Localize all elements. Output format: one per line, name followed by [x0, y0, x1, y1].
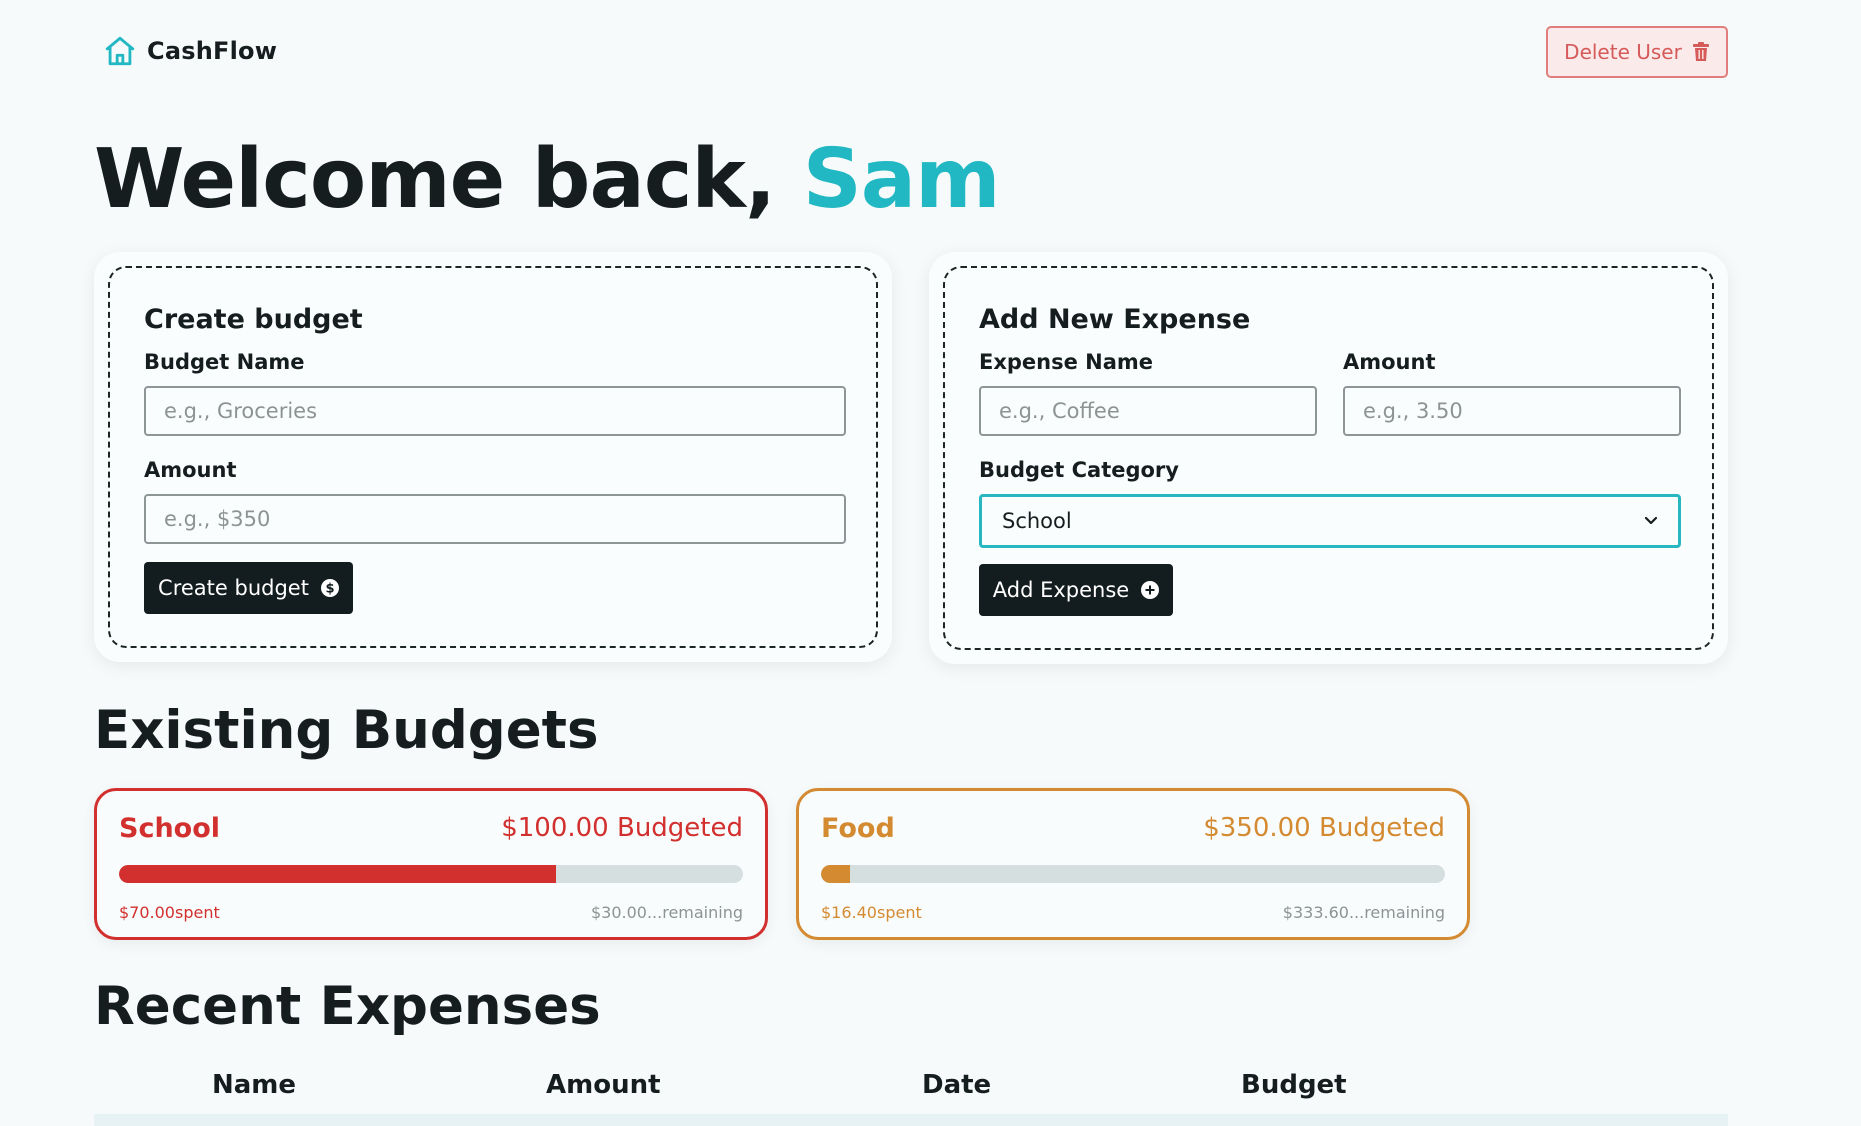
welcome-prefix: Welcome back, [94, 132, 776, 227]
chevron-down-icon [1644, 516, 1658, 525]
budget-name: Food [821, 813, 895, 844]
delete-user-button[interactable]: Delete User [1546, 26, 1728, 78]
budget-category-value: School [1002, 509, 1072, 533]
trash-icon [1692, 42, 1709, 61]
budget-category-label: Budget Category [979, 458, 1179, 482]
existing-budgets-title: Existing Budgets [94, 700, 599, 761]
budget-remaining: $30.00...remaining [590, 903, 743, 922]
budget-card-food[interactable]: Food $350.00 Budgeted $16.40spent $333.6… [796, 788, 1470, 940]
column-header-amount: Amount [546, 1070, 661, 1100]
create-budget-button[interactable]: Create budget $ [144, 562, 353, 614]
add-expense-form: Add New Expense Expense Name Amount Budg… [943, 266, 1714, 650]
add-expense-title: Add New Expense [979, 304, 1251, 335]
create-budget-title: Create budget [144, 304, 363, 335]
budget-amount: $350.00 Budgeted [1203, 813, 1445, 843]
budget-amount: $100.00 Budgeted [501, 813, 743, 843]
column-header-budget: Budget [1241, 1070, 1347, 1100]
add-expense-card: Add New Expense Expense Name Amount Budg… [929, 252, 1728, 664]
expense-amount-input[interactable] [1343, 386, 1681, 436]
home-icon [105, 36, 135, 66]
delete-user-label: Delete User [1564, 40, 1682, 64]
plus-circle-icon [1141, 581, 1160, 599]
brand-logo[interactable]: CashFlow [103, 34, 277, 68]
expense-amount-label: Amount [1343, 350, 1436, 374]
budget-category-select[interactable]: School [979, 494, 1681, 548]
svg-text:$: $ [325, 582, 334, 597]
dollar-circle-icon: $ [320, 579, 339, 597]
budget-remaining: $333.60...remaining [1282, 903, 1445, 922]
budget-name: School [119, 813, 221, 844]
brand-name: CashFlow [147, 37, 278, 65]
budget-progress-track [821, 865, 1445, 883]
user-name: Sam [802, 132, 1001, 227]
column-header-name: Name [212, 1070, 297, 1100]
expense-name-input[interactable] [979, 386, 1317, 436]
table-row [94, 1114, 1728, 1126]
create-budget-card: Create budget Budget Name Amount Create … [94, 252, 892, 662]
add-expense-button[interactable]: Add Expense [979, 564, 1173, 616]
add-expense-button-label: Add Expense [992, 578, 1130, 602]
budget-progress-fill [821, 865, 851, 883]
column-header-date: Date [922, 1070, 992, 1100]
create-budget-button-label: Create budget [158, 576, 309, 600]
budget-progress-fill [119, 865, 556, 883]
budget-progress-track [119, 865, 743, 883]
budget-spent: $70.00spent [119, 903, 220, 922]
budget-name-label: Budget Name [144, 350, 305, 374]
budget-card-school[interactable]: School $100.00 Budgeted $70.00spent $30.… [94, 788, 768, 940]
create-budget-form: Create budget Budget Name Amount Create … [108, 266, 878, 648]
budget-amount-input[interactable] [144, 494, 846, 544]
budget-amount-label: Amount [144, 458, 237, 482]
budget-spent: $16.40spent [821, 903, 922, 922]
dashboard-page: CashFlow Delete User Welcome back, Sam C… [0, 0, 1861, 1126]
recent-expenses-title: Recent Expenses [94, 976, 601, 1037]
expense-name-label: Expense Name [979, 350, 1154, 374]
budget-name-input[interactable] [144, 386, 846, 436]
welcome-heading: Welcome back, Sam [94, 132, 1001, 227]
